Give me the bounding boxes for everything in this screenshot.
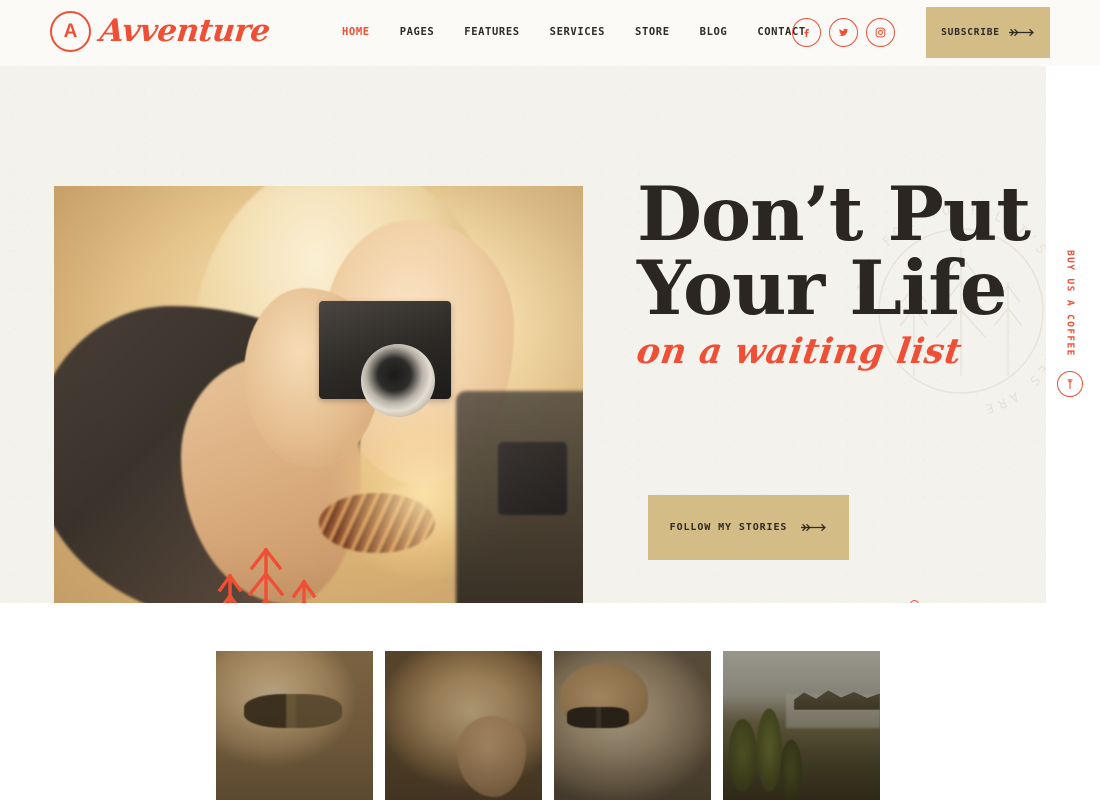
slider-dot-3[interactable]	[970, 602, 974, 603]
long-arrow-right-icon	[801, 523, 827, 532]
logo[interactable]: A Avventure	[50, 11, 272, 52]
page-root: A Avventure HOME PAGES FEATURES SERVICES…	[0, 0, 1100, 800]
nav-item-store[interactable]: STORE	[635, 26, 670, 38]
slider-dot-1-active[interactable]	[910, 600, 919, 603]
nav-item-services[interactable]: SERVICES	[550, 26, 605, 38]
logo-text: Avventure	[98, 12, 272, 49]
twitter-link[interactable]	[829, 18, 858, 47]
hero-script-subtitle: on a waiting list	[634, 331, 965, 372]
site-header: A Avventure HOME PAGES FEATURES SERVICES…	[0, 0, 1100, 66]
card-travel-tips[interactable]: Travel Tips	[216, 651, 373, 800]
subscribe-button[interactable]: SUBSCRIBE	[926, 7, 1050, 58]
main-navigation: HOME PAGES FEATURES SERVICES STORE BLOG …	[342, 26, 806, 38]
card-overlay	[554, 651, 711, 800]
cta-label: FOLLOW MY STORIES	[669, 522, 788, 533]
twitter-icon	[839, 28, 849, 36]
hero-copy: Don’t Put Your Life on a waiting list	[634, 177, 1031, 373]
instagram-link[interactable]	[866, 18, 895, 47]
hero-section: ING FOR YOU! LET'S URES ARE Don’t Put Yo…	[0, 66, 1046, 603]
facebook-link[interactable]	[792, 18, 821, 47]
pine-trees-decoration	[217, 547, 317, 603]
slider-dot-2[interactable]	[957, 602, 961, 603]
card-overlay	[216, 651, 373, 800]
nav-item-blog[interactable]: BLOG	[700, 26, 728, 38]
card-travel-routs[interactable]: Travel Routs	[554, 651, 711, 800]
follow-my-stories-button[interactable]: FOLLOW MY STORIES	[648, 495, 849, 560]
slider-dot-4[interactable]	[983, 602, 987, 603]
facebook-icon	[804, 28, 809, 37]
logo-badge-icon: A	[50, 11, 91, 52]
long-arrow-right-icon	[1008, 28, 1034, 37]
nav-item-home[interactable]: HOME	[342, 26, 370, 38]
nav-item-features[interactable]: FEATURES	[464, 26, 519, 38]
card-my-future-plans[interactable]: My Future Plans	[723, 651, 880, 800]
nav-item-pages[interactable]: PAGES	[400, 26, 435, 38]
slider-pagination	[910, 600, 987, 603]
hero-headline: Don’t Put Your Life	[637, 177, 1031, 332]
buy-us-a-coffee-rail: BUY US A COFFEE	[1050, 250, 1090, 405]
category-cards: Travel Tips Travel Advices Travel Routs	[216, 651, 880, 800]
instagram-icon	[875, 27, 886, 38]
card-overlay	[385, 651, 542, 800]
buy-us-a-coffee-label[interactable]: BUY US A COFFEE	[1065, 250, 1076, 357]
social-links	[792, 18, 895, 47]
hero-headline-line-2: Your Life	[637, 243, 1007, 332]
subscribe-label: SUBSCRIBE	[941, 27, 1000, 38]
card-travel-advices[interactable]: Travel Advices	[385, 651, 542, 800]
card-overlay	[723, 651, 880, 800]
coffee-circle-icon	[1067, 378, 1073, 389]
coffee-circle-button[interactable]	[1057, 370, 1083, 397]
